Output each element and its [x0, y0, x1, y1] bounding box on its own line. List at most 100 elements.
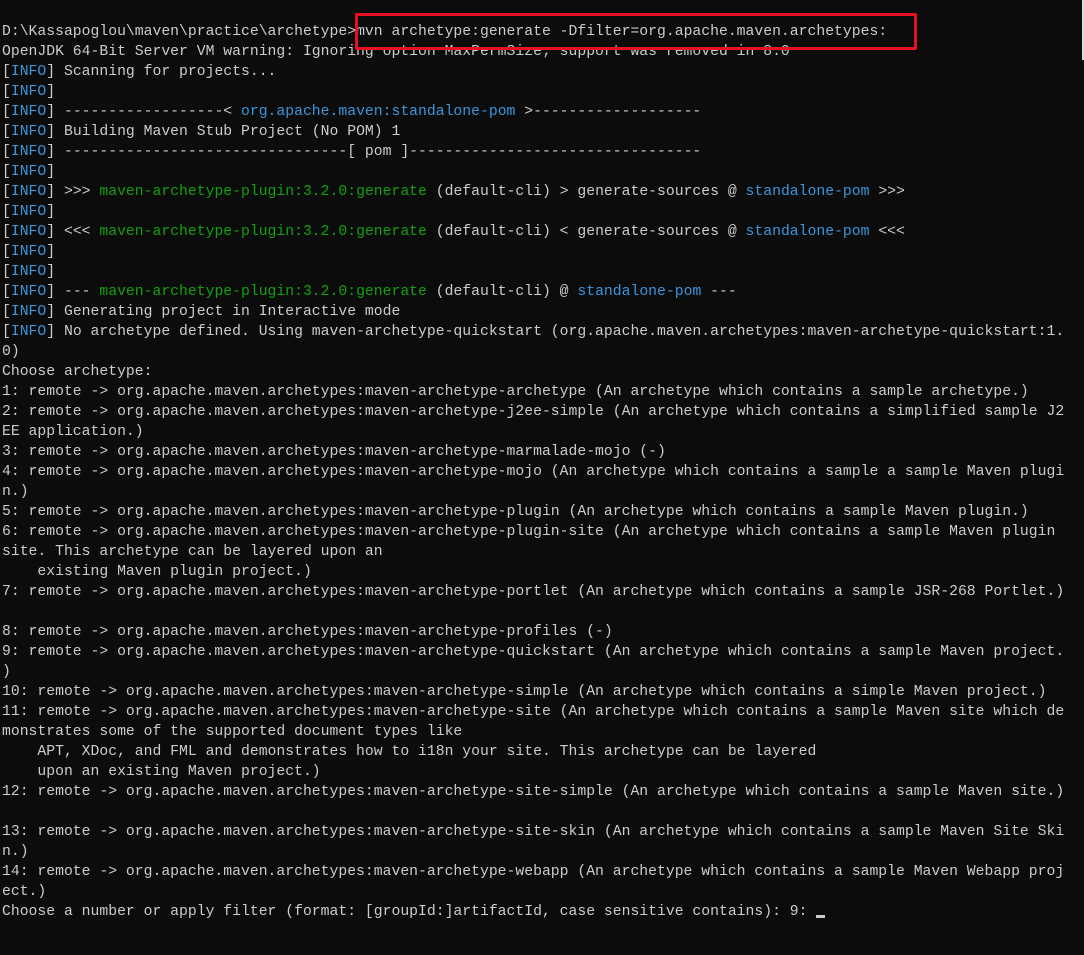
- output-text: ] Building Maven Stub Project (No POM) 1: [46, 124, 401, 140]
- terminal-line: 14: remote -> org.apache.maven.archetype…: [2, 862, 1080, 882]
- info-text: INFO: [10, 304, 47, 320]
- cursor-input[interactable]: [816, 915, 826, 918]
- terminal-line: [INFO] --- maven-archetype-plugin:3.2.0:…: [2, 282, 1080, 302]
- output-text: n.): [2, 844, 29, 860]
- info-text: INFO: [10, 204, 47, 220]
- output-text: 10: remote -> org.apache.maven.archetype…: [2, 684, 1047, 700]
- info-text: INFO: [10, 124, 47, 140]
- info-text: INFO: [10, 104, 47, 120]
- output-text: ]: [46, 204, 56, 220]
- output-text: [: [2, 164, 11, 180]
- info-text: standalone-pom: [745, 184, 870, 200]
- output-text: ] >>>: [46, 184, 100, 200]
- output-text: [: [2, 104, 11, 120]
- output-text: 6: remote -> org.apache.maven.archetypes…: [2, 524, 1056, 540]
- terminal-line: Choose archetype:: [2, 362, 1080, 382]
- plugin-text: maven-archetype-plugin:3.2.0:generate: [99, 284, 427, 300]
- output-text: ]: [46, 244, 56, 260]
- terminal-line: 2: remote -> org.apache.maven.archetypes…: [2, 402, 1080, 422]
- output-text: >>>: [869, 184, 905, 200]
- info-text: org.apache.maven:standalone-pom: [241, 104, 516, 120]
- terminal-output[interactable]: D:\Kassapoglou\maven\practice\archetype>…: [2, 22, 1080, 922]
- command-text: mvn archetype:generate -Dfilter=org.apac…: [356, 24, 888, 40]
- output-text: OpenJDK 64-Bit Server VM warning: Ignori…: [2, 44, 790, 60]
- terminal-line: [INFO] <<< maven-archetype-plugin:3.2.0:…: [2, 222, 1080, 242]
- terminal-line: [INFO] Scanning for projects...: [2, 62, 1080, 82]
- info-text: INFO: [10, 84, 47, 100]
- terminal-line: 12: remote -> org.apache.maven.archetype…: [2, 782, 1080, 802]
- output-text: 12: remote -> org.apache.maven.archetype…: [2, 784, 1065, 800]
- output-text: 4: remote -> org.apache.maven.archetypes…: [2, 464, 1065, 480]
- output-text: [: [2, 84, 11, 100]
- info-text: INFO: [10, 324, 47, 340]
- output-text: ] Scanning for projects...: [46, 64, 277, 80]
- info-text: standalone-pom: [577, 284, 702, 300]
- terminal-line: [INFO] No archetype defined. Using maven…: [2, 322, 1080, 342]
- output-text: [: [2, 204, 11, 220]
- terminal-line: 4: remote -> org.apache.maven.archetypes…: [2, 462, 1080, 482]
- terminal-line: 0): [2, 342, 1080, 362]
- output-text: site. This archetype can be layered upon…: [2, 544, 383, 560]
- output-text: ]: [46, 264, 56, 280]
- output-text: 11: remote -> org.apache.maven.archetype…: [2, 704, 1065, 720]
- terminal-line: n.): [2, 482, 1080, 502]
- info-text: INFO: [10, 64, 47, 80]
- output-text: EE application.): [2, 424, 144, 440]
- output-text: 9: remote -> org.apache.maven.archetypes…: [2, 644, 1065, 660]
- output-text: Choose archetype:: [2, 364, 153, 380]
- output-text: monstrates some of the supported documen…: [2, 724, 463, 740]
- output-text: 14: remote -> org.apache.maven.archetype…: [2, 864, 1065, 880]
- terminal-line: [INFO] --------------------------------[…: [2, 142, 1080, 162]
- output-text: 7: remote -> org.apache.maven.archetypes…: [2, 584, 1065, 600]
- terminal-line: ect.): [2, 882, 1080, 902]
- output-text: [: [2, 64, 11, 80]
- output-text: 5: remote -> org.apache.maven.archetypes…: [2, 504, 1029, 520]
- terminal-line: [INFO]: [2, 202, 1080, 222]
- terminal-line: existing Maven plugin project.): [2, 562, 1080, 582]
- output-text: [: [2, 304, 11, 320]
- output-text: ] <<<: [46, 224, 100, 240]
- terminal-line: [INFO]: [2, 242, 1080, 262]
- info-text: INFO: [10, 224, 47, 240]
- info-text: standalone-pom: [745, 224, 870, 240]
- info-text: INFO: [10, 264, 47, 280]
- terminal-line: site. This archetype can be layered upon…: [2, 542, 1080, 562]
- output-text: [: [2, 124, 11, 140]
- output-text: [: [2, 284, 11, 300]
- output-text: D:\Kassapoglou\maven\practice\archetype>: [2, 24, 357, 40]
- output-text: [: [2, 324, 11, 340]
- output-text: 0): [2, 344, 20, 360]
- info-text: INFO: [10, 184, 47, 200]
- output-text: [: [2, 244, 11, 260]
- output-text: ] --------------------------------[ pom …: [46, 144, 702, 160]
- terminal-line: 13: remote -> org.apache.maven.archetype…: [2, 822, 1080, 842]
- output-text: >-------------------: [515, 104, 702, 120]
- terminal-line: 5: remote -> org.apache.maven.archetypes…: [2, 502, 1080, 522]
- output-text: <<<: [869, 224, 905, 240]
- info-text: INFO: [10, 244, 47, 260]
- terminal-line: 6: remote -> org.apache.maven.archetypes…: [2, 522, 1080, 542]
- terminal-line: [INFO]: [2, 262, 1080, 282]
- terminal-line: upon an existing Maven project.): [2, 762, 1080, 782]
- info-text: INFO: [10, 164, 47, 180]
- output-text: ]: [46, 164, 56, 180]
- terminal-line: [INFO] >>> maven-archetype-plugin:3.2.0:…: [2, 182, 1080, 202]
- output-text: Choose a number or apply filter (format:…: [2, 904, 817, 920]
- output-text: 1: remote -> org.apache.maven.archetypes…: [2, 384, 1029, 400]
- terminal-line: EE application.): [2, 422, 1080, 442]
- terminal-line: [INFO]: [2, 162, 1080, 182]
- output-text: APT, XDoc, and FML and demonstrates how …: [2, 744, 817, 760]
- plugin-text: maven-archetype-plugin:3.2.0:generate: [99, 184, 427, 200]
- terminal-line: 3: remote -> org.apache.maven.archetypes…: [2, 442, 1080, 462]
- terminal-line: 10: remote -> org.apache.maven.archetype…: [2, 682, 1080, 702]
- output-text: ---: [701, 284, 737, 300]
- terminal-line: ): [2, 662, 1080, 682]
- info-text: INFO: [10, 284, 47, 300]
- output-text: ect.): [2, 884, 47, 900]
- output-text: [: [2, 224, 11, 240]
- output-text: 8: remote -> org.apache.maven.archetypes…: [2, 624, 613, 640]
- terminal-line: [INFO] ------------------< org.apache.ma…: [2, 102, 1080, 122]
- output-text: 3: remote -> org.apache.maven.archetypes…: [2, 444, 666, 460]
